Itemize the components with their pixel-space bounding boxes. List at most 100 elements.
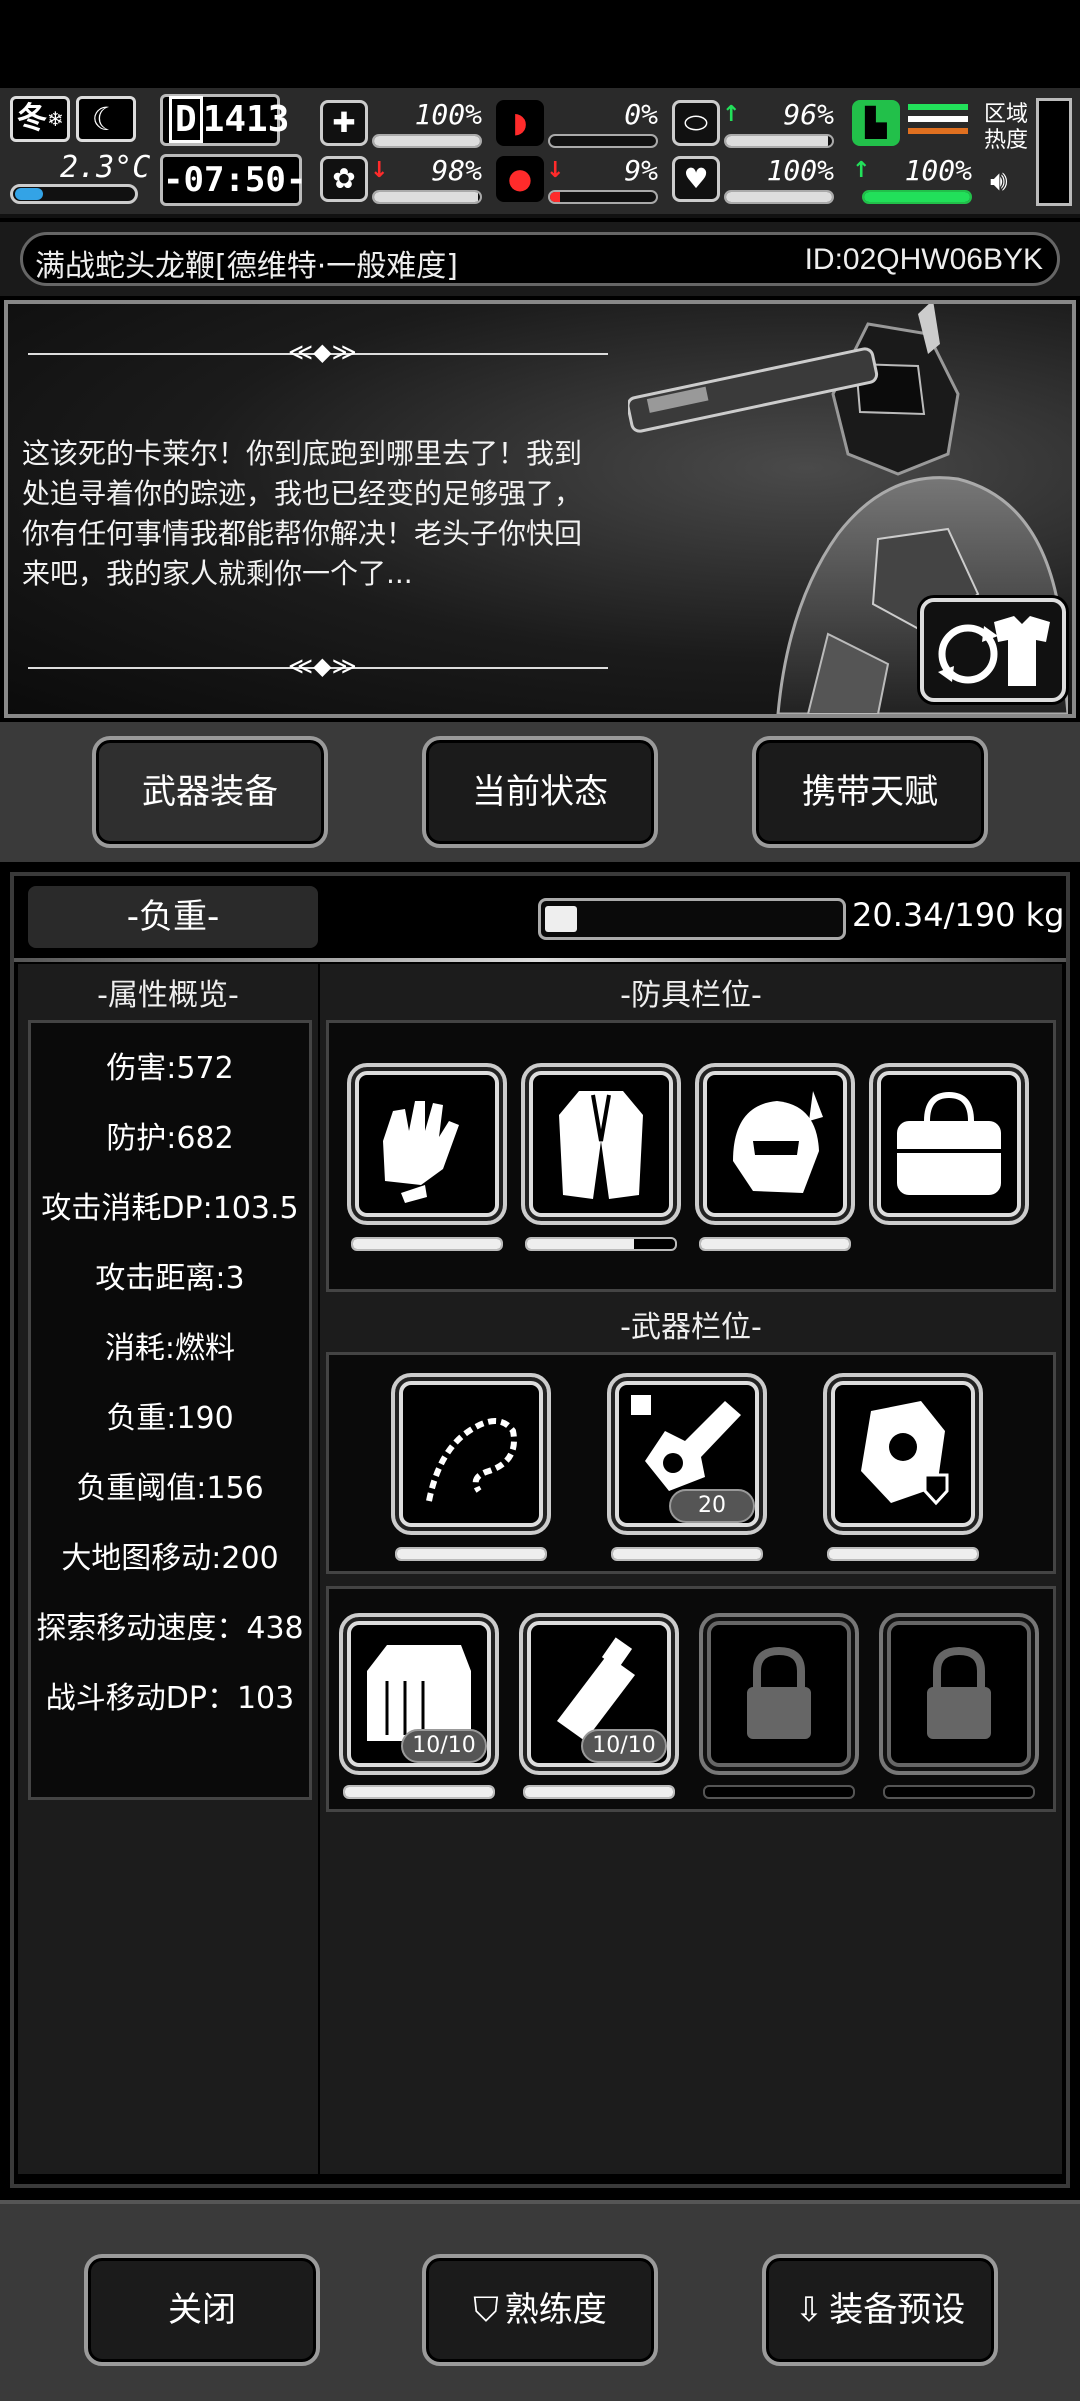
arrow-up-icon: ↑ <box>852 158 871 183</box>
durability-bar <box>395 1547 547 1561</box>
stat-value: 96% <box>783 98 834 131</box>
stamina-lines <box>908 104 968 134</box>
attr-attack-range: 攻击距离:3 <box>95 1261 245 1296</box>
session-id: ID:02QHW06BYK <box>804 243 1043 276</box>
day-icon: D <box>169 96 203 143</box>
stomach-icon: ◗ <box>496 100 544 146</box>
stat-bar <box>724 134 834 148</box>
close-label: 关闭 <box>168 2290 236 2330</box>
status-bar: 冬❄ ☾ 2.3°C D 1413 -07:50- ✚ 100% ◗ 0% ⬭ ↑… <box>0 88 1080 218</box>
stat-hydration: ⬭ ↑ 96% <box>672 98 834 150</box>
attr-world-move: 大地图移动:200 <box>61 1541 279 1576</box>
attr-consumption: 消耗:燃料 <box>104 1331 236 1366</box>
change-outfit-button[interactable] <box>920 598 1066 702</box>
item-slot-locked[interactable] <box>879 1613 1039 1775</box>
attr-combat-move-dp: 战斗移动DP：103 <box>45 1681 295 1716</box>
temperature-bar <box>10 184 138 204</box>
stat-bar <box>372 134 482 148</box>
item-count: 10/10 <box>401 1729 487 1763</box>
tab-current-status[interactable]: 当前状态 <box>422 736 658 848</box>
ornament-divider: ≪◆≫ <box>28 652 608 680</box>
tab-weapon-equipment[interactable]: 武器装备 <box>92 736 328 848</box>
ornament-divider: ≪◆≫ <box>28 338 608 366</box>
helmet-icon <box>733 1091 823 1193</box>
proficiency-button[interactable]: ⛉ 熟练度 <box>422 2254 658 2366</box>
armor-slot-coat[interactable] <box>521 1063 681 1225</box>
medkit-icon: ✚ <box>320 100 368 146</box>
weapon-slot-chainsaw[interactable]: 20 <box>607 1373 767 1535</box>
lock-icon <box>927 1646 991 1739</box>
stat-stamina: ↑ 100% <box>852 154 972 206</box>
stat-hunger: ◗ 0% <box>496 98 658 150</box>
weapon-count: 20 <box>669 1489 755 1523</box>
attr-load: 负重:190 <box>106 1401 234 1436</box>
durability-bar <box>883 1785 1035 1799</box>
close-button[interactable]: 关闭 <box>84 2254 320 2366</box>
moon-icon: ☾ <box>76 96 136 142</box>
slots-panel: -防具栏位- -武器栏位- 20 10/10 10/10 <box>320 964 1062 2174</box>
durability-bar <box>343 1785 495 1799</box>
armor-slot-gloves[interactable] <box>347 1063 507 1225</box>
armor-slots <box>326 1020 1056 1292</box>
weapon-slot-shield-arm[interactable] <box>823 1373 983 1535</box>
durability-bar <box>525 1237 677 1251</box>
temperature-value: 2.3°C <box>60 150 151 185</box>
item-slot-fuel[interactable]: 10/10 <box>519 1613 679 1775</box>
stat-stamina-gauge: ▙ <box>852 98 972 150</box>
stat-bar <box>548 134 658 148</box>
season-indicator: 冬❄ <box>10 96 70 142</box>
tab-bar: 武器装备 当前状态 携带天赋 <box>0 722 1080 862</box>
stat-bleeding: ● ↓ 9% <box>496 154 658 206</box>
whip-icon <box>426 1418 517 1502</box>
shield-arm-icon <box>861 1401 949 1506</box>
attributes-panel: -属性概览- 伤害:572 防护:682 攻击消耗DP:103.5 攻击距离:3… <box>18 964 318 2174</box>
armor-header: -防具栏位- <box>620 978 762 1013</box>
attributes-list: 伤害:572 防护:682 攻击消耗DP:103.5 攻击距离:3 消耗:燃料 … <box>28 1020 312 1800</box>
gloves-icon <box>383 1101 459 1203</box>
stat-bar <box>372 190 482 204</box>
load-bar <box>538 898 846 940</box>
stat-value: 9% <box>624 154 658 187</box>
stat-health-kit: ✚ 100% <box>320 98 482 150</box>
equipment-preset-button[interactable]: ⇩ 装备预设 <box>762 2254 998 2366</box>
heart-icon: ♥ <box>672 156 720 202</box>
speaker-icon[interactable]: 🔊︎ <box>990 164 1008 198</box>
outfit-swap-icon <box>938 616 1050 686</box>
tab-carried-talents[interactable]: 携带天赋 <box>752 736 988 848</box>
durability-bar <box>703 1785 855 1799</box>
durability-bar <box>351 1237 503 1251</box>
stat-heart: ♥ 100% <box>672 154 834 206</box>
attr-defense: 防护:682 <box>106 1121 234 1156</box>
story-panel: ≪◆≫ 这该死的卡莱尔！你到底跑到哪里去了！我到处追寻着你的踪迹，我也已经变的足… <box>4 300 1076 718</box>
weapons-header: -武器栏位- <box>620 1310 762 1345</box>
preset-icon: ⇩ <box>794 2290 824 2330</box>
proficiency-label: 熟练度 <box>504 2290 607 2330</box>
zone-heat-bar <box>1036 98 1072 206</box>
season-label: 冬 <box>17 101 47 136</box>
armor-slot-helmet[interactable] <box>695 1063 855 1225</box>
item-slot-crate[interactable]: 10/10 <box>339 1613 499 1775</box>
divider <box>14 958 1066 962</box>
snowflake-icon: ❄ <box>47 107 64 131</box>
weapon-slots: 20 <box>326 1352 1056 1574</box>
stat-bar <box>862 190 972 204</box>
preset-label: 装备预设 <box>829 2290 966 2330</box>
lock-icon <box>747 1646 811 1739</box>
attr-damage: 伤害:572 <box>106 1051 234 1086</box>
weapon-slot-whip[interactable] <box>391 1373 551 1535</box>
blood-drop-icon: ● <box>496 156 544 202</box>
bag-icon <box>897 1091 1001 1195</box>
item-slots: 10/10 10/10 <box>326 1586 1056 1812</box>
game-clock: -07:50- <box>160 154 306 206</box>
day-value: 1413 <box>202 99 290 140</box>
item-slot-locked[interactable] <box>699 1613 859 1775</box>
armor-slot-bag[interactable] <box>869 1063 1029 1225</box>
durability-bar <box>611 1547 763 1561</box>
proficiency-icon: ⛉ <box>473 2290 499 2330</box>
load-value: 20.34/190 kg <box>852 896 1065 934</box>
load-label: -负重- <box>28 886 318 948</box>
brain-icon: ✿ <box>320 156 368 202</box>
boot-icon: ▙ <box>852 100 900 146</box>
stat-value: 0% <box>624 98 658 131</box>
stat-bar <box>548 190 658 204</box>
